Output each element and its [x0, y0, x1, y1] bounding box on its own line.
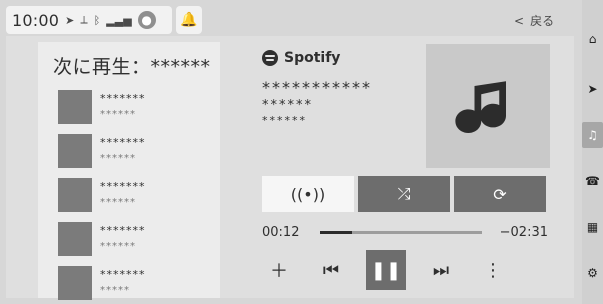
settings-icon: ⚙ — [587, 266, 598, 280]
elapsed-time: 00:12 — [262, 224, 300, 240]
add-icon: ＋ — [270, 261, 288, 282]
add-button[interactable]: ＋ — [262, 253, 296, 287]
pause-icon: ❚❚ — [370, 259, 402, 281]
person-icon: ● — [141, 13, 152, 27]
apps-icon: ▦ — [586, 220, 599, 234]
album-thumbnail — [58, 90, 92, 124]
playback-progress: 00:12 −02:31 — [262, 222, 548, 242]
back-button[interactable]: < 戻る — [514, 12, 554, 29]
list-item[interactable]: ******* ****** — [58, 134, 208, 168]
shuffle-icon: ⤮ — [397, 184, 411, 203]
clock: 10:00 — [12, 10, 60, 30]
service-header: Spotify — [262, 50, 340, 66]
up-next-panel: 次に再生：****** ******* ****** ******* *****… — [38, 42, 220, 300]
list-item-subtitle: ****** — [100, 241, 136, 252]
main-content: 次に再生：****** ******* ****** ******* *****… — [6, 36, 574, 300]
list-item-title: ******* — [100, 180, 146, 193]
no-signal-icon: ⟂ — [80, 13, 88, 26]
up-next-title: 次に再生：****** — [53, 56, 211, 78]
right-navigation: ⌂ ➤ ♫ ☎ ▦ ⚙ — [582, 0, 603, 304]
status-bar: 10:00 ➤ ⟂ ᛒ ▂▃▅ ● — [6, 6, 172, 34]
nav-settings[interactable]: ⚙ — [582, 260, 603, 286]
broadcast-icon: ((•)) — [290, 184, 326, 204]
nav-phone[interactable]: ☎ — [582, 168, 603, 194]
remaining-time: −02:31 — [499, 224, 548, 240]
pause-button[interactable]: ❚❚ — [366, 250, 406, 290]
up-next-list: ******* ****** ******* ****** ******* **… — [58, 90, 208, 300]
service-name: Spotify — [284, 50, 341, 66]
back-label: 戻る — [530, 14, 555, 28]
list-item[interactable]: ******* ***** — [58, 266, 208, 300]
list-item-subtitle: ****** — [100, 197, 136, 208]
navigation-icon: ➤ — [587, 82, 598, 96]
list-item-subtitle: ***** — [100, 285, 130, 296]
list-item-text: ******* ***** — [100, 266, 146, 296]
transport-controls: ＋ ⏮ ❚❚ ⏭ ⋮ — [262, 250, 552, 290]
nav-music[interactable]: ♫ — [582, 122, 603, 148]
list-item[interactable]: ******* ****** — [58, 90, 208, 124]
list-item-title: ******* — [100, 268, 146, 281]
repeat-icon: ⟳ — [493, 184, 507, 204]
progress-fill — [320, 230, 353, 234]
album-art — [426, 44, 550, 168]
nav-home[interactable]: ⌂ — [582, 26, 603, 52]
list-item[interactable]: ******* ****** — [58, 222, 208, 256]
chevron-left-icon: < — [514, 13, 525, 28]
previous-button[interactable]: ⏮ — [314, 253, 348, 287]
bluetooth-icon: ᛒ — [93, 13, 101, 27]
navigation-arrow-icon: ➤ — [65, 13, 75, 27]
list-item-text: ******* ****** — [100, 134, 146, 164]
track-album: ****** — [262, 114, 307, 128]
progress-bar[interactable] — [320, 230, 482, 234]
bell-icon: 🔔 — [180, 12, 198, 28]
notifications-button[interactable]: 🔔 — [176, 6, 202, 34]
mode-controls: ((•)) ⤮ ⟳ — [262, 176, 546, 212]
home-icon: ⌂ — [588, 32, 597, 46]
more-vertical-icon: ⋮ — [484, 259, 502, 281]
album-thumbnail — [58, 222, 92, 256]
list-item-text: ******* ****** — [100, 90, 146, 120]
track-info: *********** ****** ****** — [262, 78, 372, 128]
list-item-title: ******* — [100, 92, 146, 105]
track-title: *********** — [262, 78, 372, 97]
more-button[interactable]: ⋮ — [476, 253, 510, 287]
music-note-icon — [455, 81, 506, 133]
spotify-logo-icon — [262, 50, 278, 66]
track-artist: ****** — [262, 97, 313, 113]
signal-icon: ▂▃▅ — [106, 13, 132, 27]
list-item-subtitle: ****** — [100, 109, 136, 120]
next-icon: ⏭ — [432, 259, 450, 281]
list-item-text: ******* ****** — [100, 178, 146, 208]
previous-icon: ⏮ — [322, 259, 340, 281]
nav-apps[interactable]: ▦ — [582, 214, 603, 240]
profile-avatar[interactable]: ● — [137, 11, 156, 29]
app-frame: 10:00 ➤ ⟂ ᛒ ▂▃▅ ● 🔔 < 戻る 次に再生：****** ***… — [0, 0, 603, 304]
list-item-title: ******* — [100, 224, 146, 237]
phone-icon: ☎ — [585, 174, 600, 188]
list-item[interactable]: ******* ****** — [58, 178, 208, 212]
nav-navigation[interactable]: ➤ — [582, 76, 603, 102]
connect-button[interactable]: ((•)) — [262, 176, 354, 212]
music-icon: ♫ — [587, 128, 598, 142]
list-item-title: ******* — [100, 136, 146, 149]
album-thumbnail — [58, 134, 92, 168]
list-item-subtitle: ****** — [100, 153, 136, 164]
list-item-text: ******* ****** — [100, 222, 146, 252]
album-thumbnail — [58, 266, 92, 300]
shuffle-button[interactable]: ⤮ — [358, 176, 450, 212]
repeat-button[interactable]: ⟳ — [454, 176, 546, 212]
album-thumbnail — [58, 178, 92, 212]
next-button[interactable]: ⏭ — [424, 253, 458, 287]
